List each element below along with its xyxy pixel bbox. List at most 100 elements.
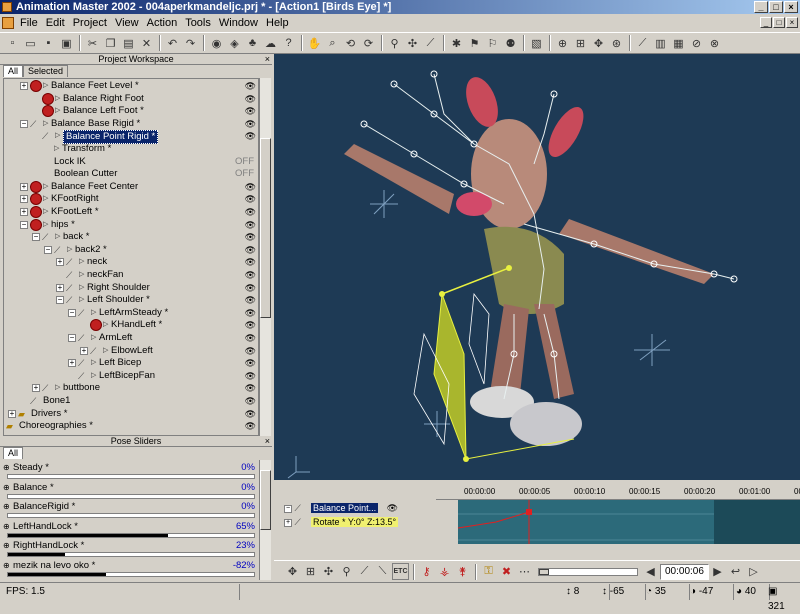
pose-slider-value[interactable]: 65% bbox=[236, 521, 255, 532]
expand-toggle[interactable]: − bbox=[44, 245, 52, 254]
minimize-button[interactable]: _ bbox=[754, 1, 768, 13]
eye-icon[interactable]: 👁 bbox=[245, 408, 256, 420]
expand-arrow-icon[interactable]: ▷ bbox=[55, 231, 60, 243]
hand-icon[interactable]: ✋ bbox=[306, 35, 323, 52]
timeline-track-balance-point[interactable]: − ⟋ Balance Point... 👁 bbox=[284, 502, 398, 515]
redo-icon[interactable]: ↷ bbox=[182, 35, 199, 52]
play-forward-icon[interactable]: ▷ bbox=[745, 563, 762, 580]
expand-toggle[interactable]: − bbox=[20, 220, 28, 229]
expand-arrow-icon[interactable]: ▷ bbox=[43, 181, 48, 193]
expand-arrow-icon[interactable]: ▷ bbox=[103, 345, 108, 357]
tree-row[interactable]: + ▷ Balance Feet Center 👁 bbox=[4, 180, 258, 194]
doc-restore-button[interactable]: □ bbox=[773, 17, 785, 28]
delete-icon[interactable]: ✕ bbox=[138, 35, 155, 52]
expand-arrow-icon[interactable]: ▷ bbox=[103, 319, 108, 331]
close-icon[interactable]: × bbox=[265, 54, 270, 64]
pose-slider-value[interactable]: 0% bbox=[241, 462, 255, 473]
eye-icon[interactable]: 👁 bbox=[245, 118, 256, 130]
eye-icon[interactable]: 👁 bbox=[245, 420, 256, 432]
render-icon[interactable]: ◉ bbox=[208, 35, 225, 52]
eye-icon[interactable]: 👁 bbox=[245, 219, 256, 231]
save-icon[interactable]: ▪ bbox=[40, 35, 57, 52]
pose-slider-value[interactable]: -82% bbox=[233, 560, 255, 571]
expand-arrow-icon[interactable]: ▷ bbox=[91, 357, 96, 369]
tab-all[interactable]: All bbox=[3, 65, 24, 77]
keyframe-icon[interactable]: ⚷ bbox=[418, 563, 435, 580]
expand-arrow-icon[interactable]: ▷ bbox=[55, 105, 60, 117]
render-to-file-icon[interactable]: ◈ bbox=[226, 35, 243, 52]
tree-row[interactable]: ⟋ Bone1 👁 bbox=[4, 395, 258, 408]
expand-arrow-icon[interactable]: ▷ bbox=[67, 244, 72, 256]
timeline-graph[interactable]: 00:00:00 00:00:05 00:00:10 00:00:15 00:00:20… bbox=[436, 486, 800, 554]
cut-icon[interactable]: ✂ bbox=[84, 35, 101, 52]
turn-icon[interactable]: ⟲ bbox=[342, 35, 359, 52]
eye-icon[interactable]: 👁 bbox=[245, 193, 256, 205]
expand-toggle[interactable]: + bbox=[284, 518, 292, 527]
frame-slider[interactable] bbox=[538, 567, 638, 576]
paste-icon[interactable]: ▤ bbox=[120, 35, 137, 52]
tree-row[interactable]: + ⟋ ▷ ElbowLeft 👁 bbox=[4, 345, 258, 358]
expand-arrow-icon[interactable]: ▷ bbox=[55, 130, 60, 142]
menu-file[interactable]: File bbox=[16, 17, 42, 29]
tree-row[interactable]: + ▷ KFootLeft * 👁 bbox=[4, 206, 258, 219]
document-icon[interactable] bbox=[2, 17, 14, 29]
key-filter-icon[interactable]: ⚿ bbox=[480, 563, 497, 580]
menu-tools[interactable]: Tools bbox=[181, 17, 215, 29]
refresh-icon[interactable]: ⟳ bbox=[360, 35, 377, 52]
tree-row[interactable]: ▷ Transform * bbox=[4, 143, 258, 156]
pose-slider-value[interactable]: 23% bbox=[236, 540, 255, 551]
bones-icon[interactable]: ⟋ bbox=[422, 35, 439, 52]
expand-toggle[interactable]: + bbox=[32, 384, 40, 393]
tree-scrollbar-thumb[interactable] bbox=[260, 138, 271, 318]
new-icon[interactable]: ▫ bbox=[4, 35, 21, 52]
expand-toggle[interactable]: + bbox=[20, 208, 28, 216]
eye-icon[interactable]: 👁 bbox=[245, 80, 256, 92]
tree-row[interactable]: Lock IK OFF bbox=[4, 156, 258, 169]
animate-mode-icon[interactable]: ✱ bbox=[448, 35, 465, 52]
tree-row[interactable]: +▰ Choreographies * 👁 bbox=[4, 420, 258, 433]
grid-icon[interactable]: ⊗ bbox=[706, 35, 723, 52]
close-icon[interactable]: × bbox=[265, 436, 270, 446]
expand-arrow-icon[interactable]: ▷ bbox=[54, 143, 59, 155]
pose-icon[interactable]: ⚉ bbox=[502, 35, 519, 52]
expand-toggle[interactable]: − bbox=[20, 119, 28, 128]
eye-icon[interactable]: 👁 bbox=[245, 370, 256, 382]
character-model[interactable] bbox=[344, 73, 714, 446]
lock-icon[interactable]: ⊘ bbox=[688, 35, 705, 52]
expand-arrow-icon[interactable]: ▷ bbox=[43, 80, 48, 92]
tree-row[interactable]: + ⟋ ▷ Left Bicep 👁 bbox=[4, 357, 258, 370]
keys-icon[interactable]: ⋯ bbox=[516, 563, 533, 580]
pose-slider[interactable]: ⊕ Steady * 0% bbox=[3, 462, 259, 482]
viewport-3d[interactable] bbox=[274, 54, 800, 480]
frame-slider-thumb[interactable] bbox=[539, 568, 549, 575]
pose-slider-track[interactable] bbox=[7, 493, 255, 499]
eye-icon[interactable]: 👁 bbox=[245, 282, 256, 294]
property-value[interactable]: OFF bbox=[235, 168, 254, 180]
expand-arrow-icon[interactable]: ▷ bbox=[79, 282, 84, 294]
skeletal-mode-icon[interactable]: ⚲ bbox=[386, 35, 403, 52]
current-frame-field[interactable]: 00:00:06 bbox=[660, 563, 709, 580]
tree-row[interactable]: − ⟋ ▷ back2 * 👁 bbox=[4, 244, 258, 257]
expand-arrow-icon[interactable]: ▷ bbox=[43, 206, 48, 218]
eye-icon[interactable]: 👁 bbox=[387, 503, 398, 513]
project-tree[interactable]: + ▷ Balance Feet Level * 👁 ▷ Balance Right Fo… bbox=[3, 78, 259, 436]
expand-arrow-icon[interactable]: ▷ bbox=[55, 382, 60, 394]
expand-arrow-icon[interactable]: ▷ bbox=[55, 93, 60, 105]
copy-key-icon[interactable]: ⚲ bbox=[338, 563, 355, 580]
pose-slider-track[interactable] bbox=[7, 513, 255, 518]
tree-row[interactable]: − ⟋ ▷ Left Shoulder * 👁 bbox=[4, 294, 258, 307]
tree-row[interactable]: − ⟋ ▷ Balance Base Rigid * 👁 bbox=[4, 118, 258, 131]
expand-toggle[interactable]: + bbox=[56, 283, 64, 292]
eye-icon[interactable]: 👁 bbox=[245, 345, 256, 357]
pose-slider[interactable]: ⊕ BalanceRigid * 0% bbox=[3, 501, 259, 521]
eye-icon[interactable]: 👁 bbox=[245, 244, 256, 256]
library-icon[interactable]: ♣ bbox=[244, 35, 261, 52]
expand-toggle[interactable]: − bbox=[68, 334, 76, 342]
expand-toggle[interactable]: − bbox=[32, 233, 40, 242]
tree-row[interactable]: − ⟋ ▷ ArmLeft 👁 bbox=[4, 332, 258, 345]
copy-icon[interactable]: ❐ bbox=[102, 35, 119, 52]
expand-arrow-icon[interactable]: ▷ bbox=[43, 219, 48, 231]
eye-icon[interactable]: 👁 bbox=[245, 294, 256, 306]
shaded-icon[interactable]: ▦ bbox=[670, 35, 687, 52]
pose-slider-track[interactable] bbox=[7, 474, 255, 479]
